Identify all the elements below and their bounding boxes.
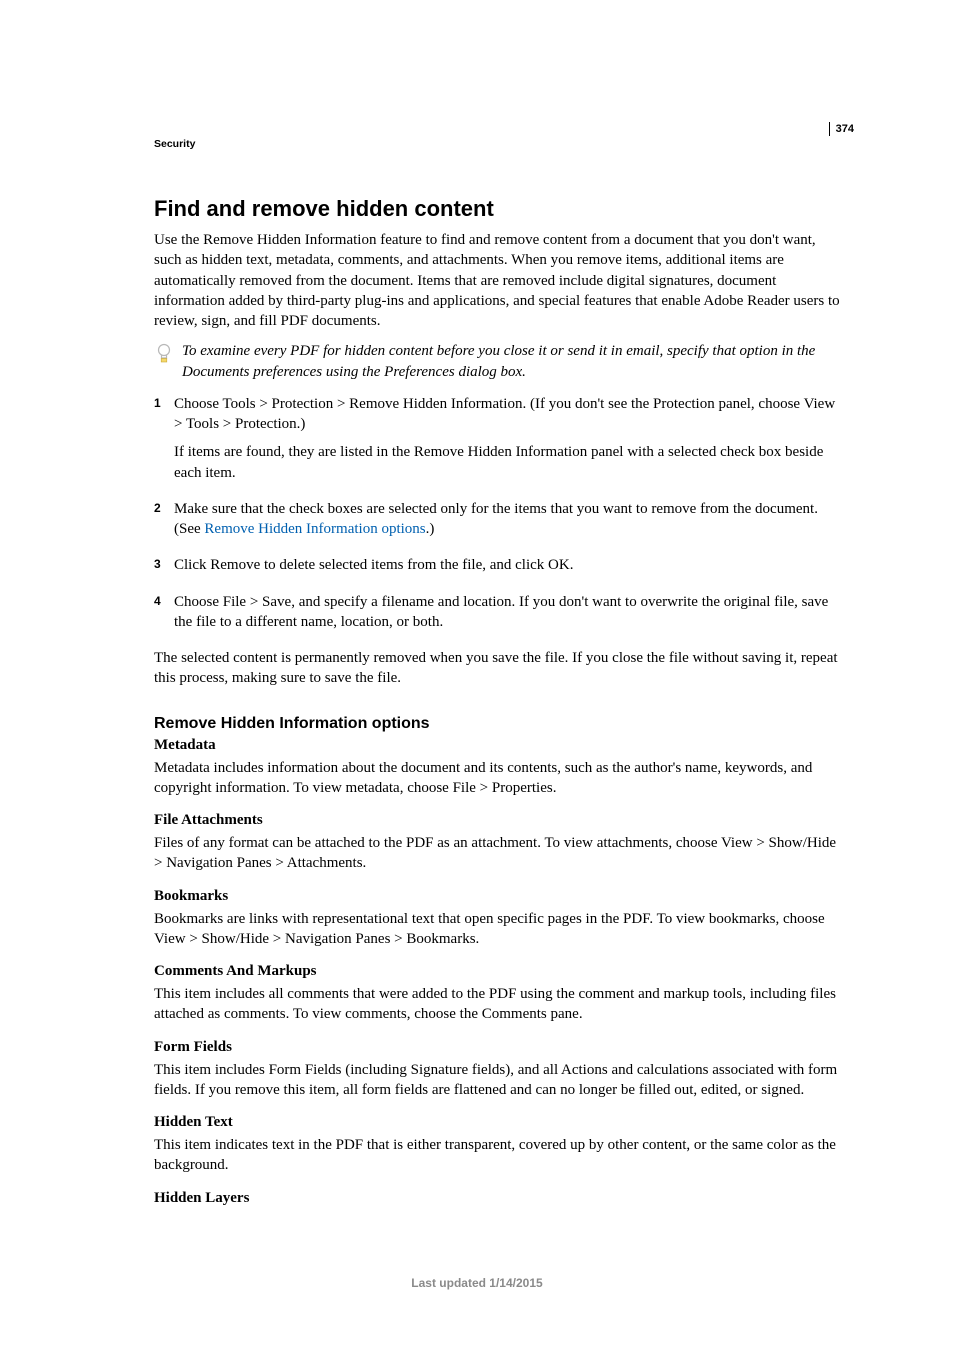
page-footer: Last updated 1/14/2015 — [0, 1276, 954, 1290]
tip-text: To examine every PDF for hidden content … — [182, 341, 844, 382]
page-title: Find and remove hidden content — [154, 196, 844, 222]
option-form-fields: Form Fields This item includes Form Fiel… — [154, 1039, 844, 1101]
breadcrumb: Security — [154, 138, 844, 150]
option-description: This item indicates text in the PDF that… — [154, 1135, 844, 1176]
section-heading: Remove Hidden Information options — [154, 715, 844, 733]
option-term: Bookmarks — [154, 888, 844, 905]
step-number: 3 — [154, 555, 174, 583]
option-comments-markups: Comments And Markups This item includes … — [154, 963, 844, 1025]
step-text: Choose Tools > Protection > Remove Hidde… — [174, 394, 844, 435]
closing-paragraph: The selected content is permanently remo… — [154, 648, 844, 689]
step-number: 2 — [154, 499, 174, 548]
option-description: This item includes Form Fields (includin… — [154, 1060, 844, 1101]
step-text: Choose File > Save, and specify a filena… — [174, 592, 844, 633]
option-term: Hidden Text — [154, 1114, 844, 1131]
option-term: Hidden Layers — [154, 1190, 844, 1207]
step-number: 4 — [154, 592, 174, 641]
option-term: Form Fields — [154, 1039, 844, 1056]
step-text: Make sure that the check boxes are selec… — [174, 499, 844, 540]
option-description: This item includes all comments that wer… — [154, 984, 844, 1025]
option-description: Metadata includes information about the … — [154, 758, 844, 799]
steps-list: 1 Choose Tools > Protection > Remove Hid… — [154, 394, 844, 640]
step-number: 1 — [154, 394, 174, 491]
option-hidden-layers: Hidden Layers — [154, 1190, 844, 1207]
step-4: 4 Choose File > Save, and specify a file… — [154, 592, 844, 641]
option-term: File Attachments — [154, 812, 844, 829]
option-description: Bookmarks are links with representationa… — [154, 909, 844, 950]
tip-note: To examine every PDF for hidden content … — [154, 341, 844, 382]
option-description: Files of any format can be attached to t… — [154, 833, 844, 874]
step-text: Click Remove to delete selected items fr… — [174, 555, 844, 575]
lightbulb-icon — [156, 343, 176, 370]
step-text: If items are found, they are listed in t… — [174, 442, 844, 483]
option-term: Metadata — [154, 737, 844, 754]
option-metadata: Metadata Metadata includes information a… — [154, 737, 844, 799]
step-3: 3 Click Remove to delete selected items … — [154, 555, 844, 583]
document-page: 374 Security Find and remove hidden cont… — [0, 0, 954, 1350]
intro-paragraph: Use the Remove Hidden Information featur… — [154, 230, 844, 331]
option-term: Comments And Markups — [154, 963, 844, 980]
step-1: 1 Choose Tools > Protection > Remove Hid… — [154, 394, 844, 491]
page-number: 374 — [829, 122, 854, 136]
option-bookmarks: Bookmarks Bookmarks are links with repre… — [154, 888, 844, 950]
option-hidden-text: Hidden Text This item indicates text in … — [154, 1114, 844, 1176]
remove-hidden-info-options-link[interactable]: Remove Hidden Information options — [204, 521, 425, 537]
step-2: 2 Make sure that the check boxes are sel… — [154, 499, 844, 548]
option-file-attachments: File Attachments Files of any format can… — [154, 812, 844, 874]
